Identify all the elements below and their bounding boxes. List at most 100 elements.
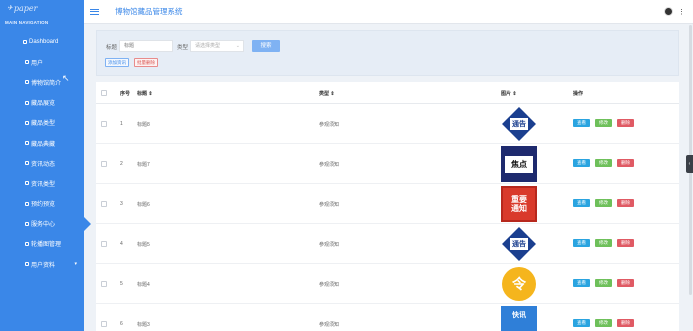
row-image: 快讯 [501, 306, 537, 331]
table-row: 6 标题3 参观须知 快讯 查看 修改 删除 [96, 304, 679, 331]
row-image: 通告 [501, 106, 537, 142]
row-image: 焦点 [501, 146, 537, 182]
sidebar: ✈ paper MAIN NAVIGATION Dashboard 用户 博物馆… [0, 0, 91, 331]
select-all-checkbox[interactable] [101, 90, 107, 96]
row-index: 1 [120, 121, 123, 127]
delete-button[interactable]: 删除 [617, 119, 634, 127]
delete-button[interactable]: 删除 [617, 159, 634, 167]
grid-icon [24, 241, 29, 246]
row-checkbox[interactable] [101, 121, 107, 127]
row-title: 标题4 [137, 282, 150, 288]
book-icon [24, 100, 29, 105]
type-select[interactable]: 请选择类型 ⌄ [190, 40, 244, 52]
batch-delete-button[interactable]: 批量删除 [134, 58, 158, 67]
edit-button[interactable]: 修改 [595, 279, 612, 287]
view-button[interactable]: 查看 [573, 239, 590, 247]
row-title: 标题8 [137, 122, 150, 128]
calendar-icon [24, 201, 29, 206]
add-news-button[interactable]: 添加资讯 [105, 58, 129, 67]
grid-icon [24, 80, 29, 85]
sidebar-item-users[interactable]: 用户 [0, 52, 84, 72]
row-index: 5 [120, 281, 123, 287]
sidebar-item-collection[interactable]: 藏品典藏 [0, 133, 84, 153]
edit-button[interactable]: 修改 [595, 159, 612, 167]
list-icon [24, 161, 29, 166]
page-title: 博物馆藏品管理系统 [115, 7, 183, 16]
table-row: 4 标题5 参观须知 通告 查看 修改 删除 [96, 224, 679, 264]
view-button[interactable]: 查看 [573, 319, 590, 327]
header-ops: 操作 [573, 91, 584, 97]
sidebar-item-news[interactable]: 资讯动态 [0, 153, 84, 173]
delete-button[interactable]: 删除 [617, 239, 634, 247]
row-title: 标题6 [137, 202, 150, 208]
table-header: 序号 标题 ⇕ 类型 ⇕ 图片 ⇕ 操作 [96, 82, 679, 104]
person-icon [24, 120, 29, 125]
row-checkbox[interactable] [101, 281, 107, 287]
row-index: 3 [120, 201, 123, 207]
chevron-down-icon: ▾ [74, 261, 77, 268]
home-icon [22, 40, 27, 45]
menu-toggle-icon[interactable] [90, 8, 99, 15]
sidebar-item-news-type[interactable]: 资讯类型 [0, 173, 84, 193]
more-icon[interactable]: ⋮ [678, 8, 685, 16]
row-image: 令 [501, 266, 537, 302]
sidebar-item-museum-intro[interactable]: 博物馆简介 [0, 72, 84, 92]
nav-section-title: MAIN NAVIGATION [5, 20, 49, 25]
view-button[interactable]: 查看 [573, 199, 590, 207]
row-checkbox[interactable] [101, 161, 107, 167]
row-title: 标题3 [137, 322, 150, 328]
edit-button[interactable]: 修改 [595, 239, 612, 247]
row-type: 参观须知 [319, 242, 340, 248]
monitor-icon [24, 141, 29, 146]
mouse-cursor-icon: ↖ [62, 73, 70, 83]
row-checkbox[interactable] [101, 201, 107, 207]
row-index: 4 [120, 241, 123, 247]
filter-panel: 标题 类型 请选择类型 ⌄ 搜索 添加资讯 批量删除 [96, 30, 679, 76]
header-image[interactable]: 图片 ⇕ [501, 90, 517, 97]
sidebar-item-service[interactable]: 服务中心 [0, 214, 91, 234]
sidebar-item-exhibition[interactable]: 藏品展览 [0, 93, 84, 113]
title-search-input[interactable] [119, 40, 173, 52]
row-title: 标题5 [137, 242, 150, 248]
row-image: 通告 [501, 226, 537, 262]
chevron-down-icon: ⌄ [235, 43, 240, 49]
row-image: 重要 通知 [501, 186, 537, 222]
delete-button[interactable]: 删除 [617, 199, 634, 207]
row-type: 参观须知 [319, 202, 340, 208]
title-filter-label: 标题 [106, 45, 118, 51]
header-index: 序号 [120, 91, 131, 97]
side-panel-toggle-icon[interactable]: ‹ [686, 155, 693, 173]
table-row: 1 标题8 参观须知 通告 查看 修改 删除 [96, 104, 679, 144]
type-filter-label: 类型 [177, 45, 189, 51]
service-icon [24, 221, 29, 226]
sidebar-item-profile[interactable]: 用户资料 ▾ [0, 254, 84, 274]
sidebar-item-dashboard[interactable]: Dashboard [0, 32, 84, 52]
search-button[interactable]: 搜索 [252, 40, 280, 52]
view-button[interactable]: 查看 [573, 279, 590, 287]
row-title: 标题7 [137, 162, 150, 168]
row-index: 6 [120, 321, 123, 327]
row-checkbox[interactable] [101, 321, 107, 327]
sidebar-nav: Dashboard 用户 博物馆简介 藏品展览 藏品类型 藏品典藏 资讯动态 资… [0, 32, 91, 274]
view-button[interactable]: 查看 [573, 119, 590, 127]
delete-button[interactable]: 删除 [617, 279, 634, 287]
document-icon [24, 181, 29, 186]
table-row: 3 标题6 参观须知 重要 通知 查看 修改 删除 [96, 184, 679, 224]
logo: ✈ paper [0, 0, 84, 16]
edit-button[interactable]: 修改 [595, 119, 612, 127]
sidebar-item-carousel[interactable]: 轮播图管理 [0, 234, 84, 254]
header-title[interactable]: 标题 ⇕ [137, 90, 153, 97]
paper-plane-icon: ✈ [7, 4, 13, 12]
row-index: 2 [120, 161, 123, 167]
edit-button[interactable]: 修改 [595, 319, 612, 327]
row-checkbox[interactable] [101, 241, 107, 247]
sidebar-item-booking[interactable]: 预约预览 [0, 194, 84, 214]
view-button[interactable]: 查看 [573, 159, 590, 167]
sidebar-item-collection-type[interactable]: 藏品类型 [0, 113, 84, 133]
header-type[interactable]: 类型 ⇕ [319, 90, 335, 97]
data-table: 序号 标题 ⇕ 类型 ⇕ 图片 ⇕ 操作 1 标题8 参观须知 通告 查看 修改… [96, 82, 679, 331]
delete-button[interactable]: 删除 [617, 319, 634, 327]
row-type: 参观须知 [319, 162, 340, 168]
edit-button[interactable]: 修改 [595, 199, 612, 207]
avatar[interactable] [664, 7, 673, 16]
